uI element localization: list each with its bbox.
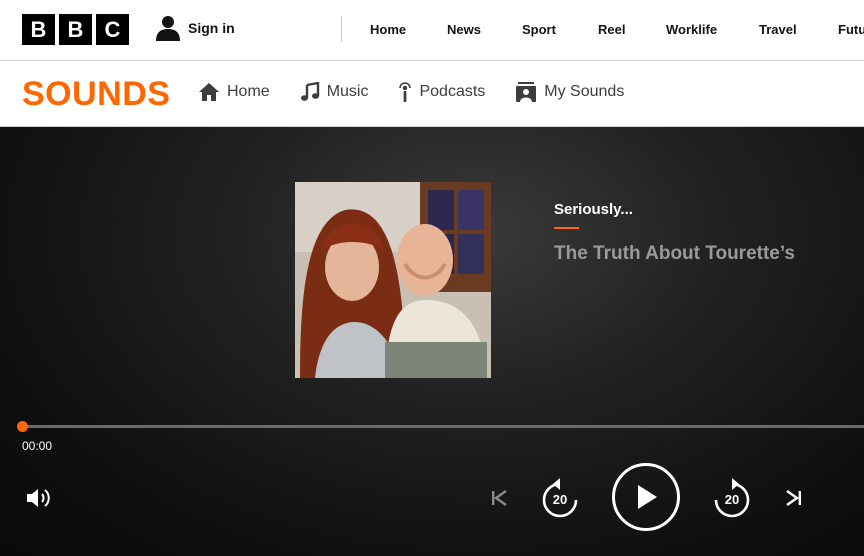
play-icon (638, 485, 657, 509)
volume-icon (27, 489, 50, 507)
bbc-logo-letter: B (59, 14, 92, 45)
bbc-nav-future[interactable]: Futu (838, 22, 864, 37)
bbc-logo-letter: C (96, 14, 129, 45)
episode-title: The Truth About Tourette’s (554, 243, 795, 264)
music-note-icon (300, 82, 319, 101)
home-icon (199, 83, 219, 101)
play-button[interactable] (612, 463, 680, 531)
my-sounds-icon (516, 82, 537, 102)
sounds-nav: Home Music Podcasts My Sounds (198, 81, 654, 103)
sounds-nav-podcasts-label: Podcasts (419, 83, 486, 100)
bbc-nav-sport[interactable]: Sport (522, 22, 598, 37)
forward-seconds: 20 (724, 492, 740, 507)
header-divider (341, 16, 342, 42)
volume-button[interactable] (24, 484, 54, 512)
rewind-20-button[interactable]: 20 (540, 476, 580, 520)
sounds-nav-music[interactable]: Music (300, 82, 369, 102)
previous-icon (492, 490, 507, 506)
elapsed-time: 00:00 (22, 439, 53, 453)
next-icon (786, 490, 801, 506)
bbc-nav-worklife[interactable]: Worklife (666, 22, 759, 37)
sounds-nav-my-sounds[interactable]: My Sounds (515, 82, 624, 102)
sounds-nav-home[interactable]: Home (198, 82, 270, 102)
podcast-icon (399, 82, 412, 102)
sounds-logo[interactable]: SOUNDS (22, 75, 170, 114)
bbc-nav-reel[interactable]: Reel (598, 22, 666, 37)
episode-artwork (295, 182, 491, 378)
audio-player: Seriously... The Truth About Tourette’s … (0, 127, 864, 556)
brand-underline (554, 227, 579, 229)
sign-in-link[interactable]: Sign in (156, 15, 235, 41)
bbc-nav-news[interactable]: News (447, 22, 522, 37)
user-icon (156, 16, 180, 41)
next-button[interactable] (783, 487, 805, 509)
podcast-brand[interactable]: Seriously... (554, 201, 633, 218)
previous-button[interactable] (488, 487, 510, 509)
forward-20-button[interactable]: 20 (712, 476, 752, 520)
bbc-logo-letter: B (22, 14, 55, 45)
sounds-header: SOUNDS Home Music Podcasts My Sounds (0, 61, 864, 127)
sounds-nav-podcasts[interactable]: Podcasts (398, 81, 485, 103)
sounds-nav-home-label: Home (227, 83, 270, 100)
bbc-nav-travel[interactable]: Travel (759, 22, 838, 37)
sign-in-label: Sign in (188, 20, 235, 36)
bbc-header: B B C Sign in Home News Sport Reel Workl… (0, 0, 864, 61)
bbc-nav-home[interactable]: Home (370, 22, 447, 37)
progress-knob[interactable] (17, 421, 28, 432)
rewind-seconds: 20 (552, 492, 568, 507)
bbc-logo[interactable]: B B C (22, 14, 129, 45)
bbc-nav: Home News Sport Reel Worklife Travel Fut… (370, 22, 864, 37)
sounds-nav-my-sounds-label: My Sounds (544, 83, 625, 100)
progress-bar[interactable] (22, 425, 864, 428)
sounds-nav-music-label: Music (326, 83, 369, 100)
